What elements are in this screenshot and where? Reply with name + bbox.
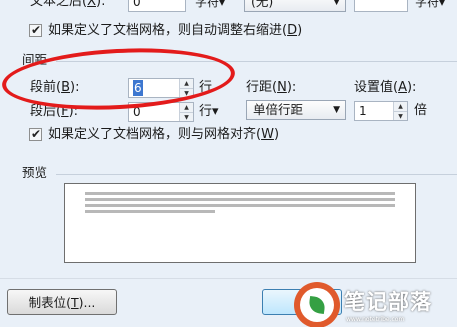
preview-line (85, 204, 395, 207)
preview-divider (56, 174, 457, 175)
preview-line (85, 192, 395, 195)
snap-to-grid-checkbox[interactable]: ✔ (29, 127, 42, 141)
checkmark-icon: ✔ (31, 23, 42, 37)
setting-value-value[interactable]: 1 (359, 103, 367, 119)
spin-up-icon[interactable]: ▲ (394, 102, 407, 111)
spin-down-icon[interactable]: ▼ (394, 111, 407, 120)
spin-down-icon[interactable]: ▼ (180, 112, 193, 121)
preview-line (85, 210, 215, 213)
indent-after-label: 文本之后(X): (30, 0, 106, 9)
setting-value-label: 设置值(A): (354, 80, 417, 95)
line-spacing-label: 行距(N): (246, 80, 297, 95)
indent-after-unit: 字符▾ (195, 0, 226, 9)
chevron-down-icon: ▼ (333, 0, 340, 7)
indent-by-input[interactable] (354, 0, 408, 12)
preview-line (85, 198, 395, 201)
indent-by-unit: 字符▾ (415, 0, 446, 9)
watermark-url: www.notetribe.com (346, 316, 405, 323)
special-indent-dropdown[interactable]: (无) ▼ (244, 0, 346, 12)
chevron-down-icon: ▼ (333, 105, 340, 115)
watermark-name: 笔记部落 (344, 290, 432, 314)
spacing-after-unit: 行▾ (199, 104, 219, 119)
setting-value-unit: 倍 (414, 103, 428, 118)
tabs-button[interactable]: 制表位(T)... (7, 289, 117, 315)
setting-value-spinner[interactable]: 1 ▲ ▼ (354, 101, 408, 121)
spin-up-icon[interactable]: ▲ (180, 103, 193, 112)
preview-box (64, 183, 416, 263)
auto-adjust-indent-checkbox[interactable]: ✔ (29, 23, 42, 37)
checkmark-icon: ✔ (31, 127, 42, 141)
preview-section-title: 预览 (22, 165, 48, 180)
watermark-logo-icon (294, 282, 340, 327)
snap-to-grid-label: 如果定义了文档网格，则与网格对齐(W) (48, 127, 280, 142)
auto-adjust-indent-label: 如果定义了文档网格，则自动调整右缩进(D) (48, 23, 303, 38)
line-spacing-dropdown[interactable]: 单倍行距 ▼ (246, 100, 346, 120)
bottom-divider (0, 278, 457, 279)
indent-after-input[interactable]: 0 (128, 0, 186, 12)
